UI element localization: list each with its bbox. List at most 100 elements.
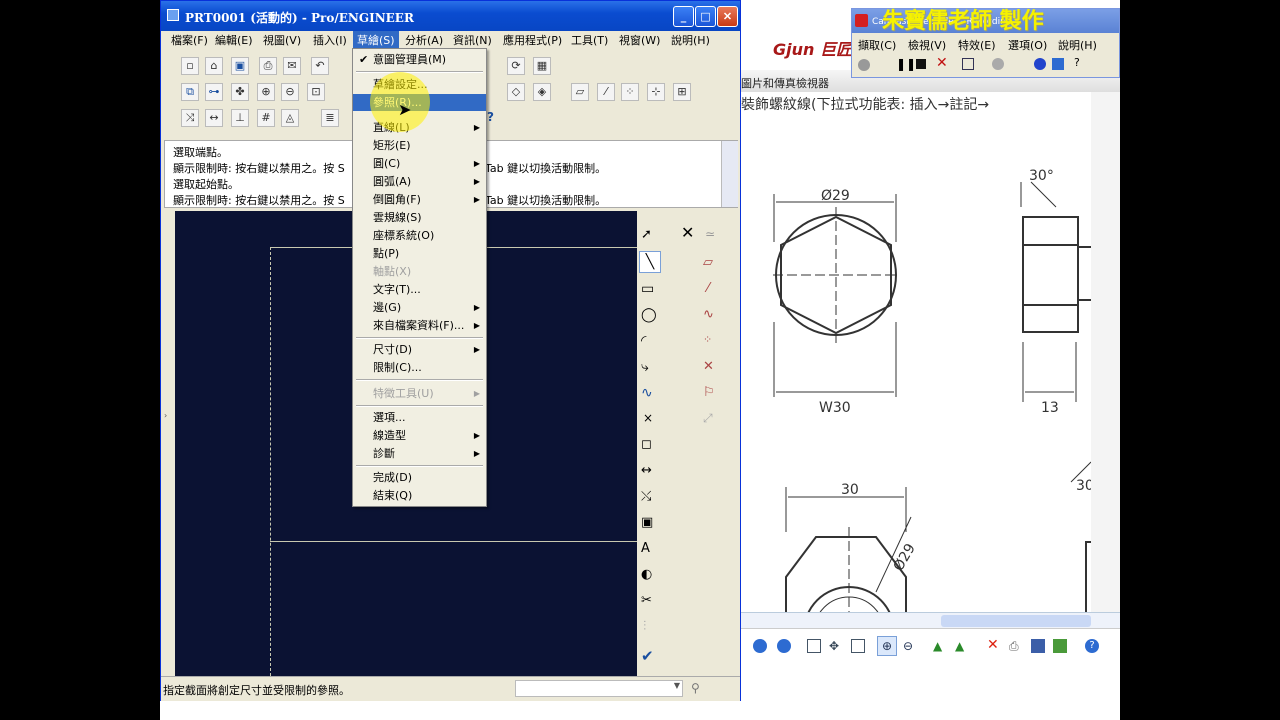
menu-edit[interactable]: 編輯(E) — [211, 31, 257, 51]
trim-tool-icon[interactable]: ✂ — [641, 593, 652, 608]
message-scrollbar[interactable] — [721, 141, 738, 207]
cancel-icon[interactable]: ✕ — [936, 55, 948, 71]
minimize-button[interactable]: _ — [673, 6, 694, 27]
camtasia-menu-help[interactable]: 說明(H) — [1058, 37, 1097, 53]
menu-item-point[interactable]: 點(P) — [353, 245, 486, 262]
camtasia-menu-effects[interactable]: 特效(E) — [958, 37, 996, 53]
curve-icon[interactable]: ∿ — [703, 307, 714, 322]
datum-axis-icon[interactable]: ⁄ — [597, 83, 615, 101]
menu-insert[interactable]: 插入(I) — [309, 31, 351, 51]
camtasia-menu-options[interactable]: 選項(O) — [1008, 37, 1047, 53]
menu-item-options[interactable]: 選項... — [353, 409, 486, 426]
rectangle-tool-icon[interactable]: ▭ — [641, 281, 654, 297]
palette-tool-icon[interactable]: ◐ — [641, 567, 652, 582]
fillet-tool-icon[interactable]: ⤷ — [641, 359, 649, 375]
best-fit-icon[interactable] — [807, 639, 821, 653]
datum-point-icon[interactable]: ⁘ — [621, 83, 639, 101]
menu-item-constrain[interactable]: 限制(C)... — [353, 359, 486, 376]
navigator-splitter[interactable]: › — [161, 211, 175, 676]
help-icon[interactable]: ? — [1085, 639, 1099, 653]
webcam-icon[interactable] — [1034, 58, 1046, 70]
menu-item-line-style[interactable]: 線造型 ▶ — [353, 427, 486, 444]
menu-item-coordinate-system[interactable]: 座標系統(O) — [353, 227, 486, 244]
menu-view[interactable]: 視圖(V) — [259, 31, 305, 51]
annotation-icon[interactable] — [1052, 58, 1064, 70]
pause-icon[interactable]: ❚❚ — [896, 57, 916, 71]
orient-mode-icon[interactable]: ✤ — [231, 83, 249, 101]
menu-window[interactable]: 視窗(W) — [615, 31, 664, 51]
use-edge-icon[interactable]: ◻ — [641, 437, 652, 452]
datum-csys-icon[interactable]: ⊹ — [647, 83, 665, 101]
datum-plane-icon[interactable]: ▱ — [571, 83, 589, 101]
shading-icon[interactable]: ◈ — [533, 83, 551, 101]
centerline-icon[interactable]: ≃ — [705, 227, 715, 241]
axis-icon[interactable]: ⁄ — [707, 281, 709, 296]
rotate-ccw-icon[interactable]: ▲ — [955, 639, 969, 653]
wireframe-icon[interactable]: ◇ — [507, 83, 525, 101]
filter-dropdown[interactable]: ▼ — [515, 680, 683, 697]
spline-tool-icon[interactable]: ∿ — [641, 385, 653, 401]
viewer-vscroll[interactable] — [1091, 92, 1120, 612]
repaint-icon[interactable]: ⤨ — [181, 109, 199, 127]
zoom-out-icon[interactable]: ⊖ — [281, 83, 299, 101]
analysis-icon[interactable]: ⤢ — [703, 411, 713, 426]
viewer-hscroll-thumb[interactable] — [941, 615, 1091, 627]
zoom-in-icon[interactable]: ⊕ — [257, 83, 275, 101]
camtasia-menu-view[interactable]: 檢視(V) — [908, 37, 946, 53]
menu-item-arc[interactable]: 圓弧(A) ▶ — [353, 173, 486, 190]
constraint-tool-icon[interactable]: ▣ — [641, 515, 653, 530]
select-arrow-icon[interactable]: ➚ — [641, 227, 652, 242]
datum-csys-icon[interactable]: ⚐ — [703, 385, 715, 400]
menu-item-spline[interactable]: 雲規線(S) — [353, 209, 486, 226]
menu-tools[interactable]: 工具(T) — [567, 31, 612, 51]
datum-display-icon[interactable]: ⊞ — [673, 83, 691, 101]
text-tool-icon[interactable]: A — [641, 541, 650, 556]
new-file-icon[interactable]: ▫ — [181, 57, 199, 75]
dimension-tool-icon[interactable]: ↔ — [641, 463, 652, 478]
pattern-icon[interactable]: ≣ — [321, 109, 339, 127]
zoom-in-icon[interactable]: ⊕ — [877, 636, 897, 656]
viewer-hscroll[interactable] — [741, 612, 1120, 629]
menu-item-quit[interactable]: 結束(Q) — [353, 487, 486, 504]
close-button[interactable]: ✕ — [717, 6, 738, 27]
menu-item-diagnostics[interactable]: 診斷 ▶ — [353, 445, 486, 462]
vertex-display-icon[interactable]: ◬ — [281, 109, 299, 127]
spin-center-icon[interactable]: ⊶ — [205, 83, 223, 101]
parallelogram-icon[interactable]: ▱ — [703, 255, 713, 270]
whats-this-icon[interactable]: ? — [487, 110, 494, 124]
menu-file[interactable]: 檔案(F) — [167, 31, 212, 51]
menu-item-text[interactable]: 文字(T)... — [353, 281, 486, 298]
grid-display-icon[interactable]: # — [257, 109, 275, 127]
menu-item-circle[interactable]: 圓(C) ▶ — [353, 155, 486, 172]
menu-item-rectangle[interactable]: 矩形(E) — [353, 137, 486, 154]
delete-icon[interactable]: ✕ — [681, 223, 694, 242]
menu-item-fillet[interactable]: 倒圓角(F) ▶ — [353, 191, 486, 208]
audio-icon[interactable] — [992, 58, 1004, 70]
undo-icon[interactable]: ↶ — [311, 57, 329, 75]
camtasia-help-icon[interactable]: ? — [1074, 56, 1080, 69]
menu-applications[interactable]: 應用程式(P) — [499, 31, 566, 51]
regenerate-icon[interactable]: ⟳ — [507, 57, 525, 75]
refit-icon[interactable]: ⊡ — [307, 83, 325, 101]
save-icon[interactable] — [1031, 639, 1045, 653]
save-icon[interactable]: ▣ — [231, 57, 249, 75]
edit-icon[interactable] — [1053, 639, 1067, 653]
print-icon[interactable]: ⎙ — [1009, 639, 1023, 653]
camtasia-menu-capture[interactable]: 擷取(C) — [858, 37, 896, 53]
modify-tool-icon[interactable]: ⤯ — [641, 489, 651, 504]
prev-image-icon[interactable] — [753, 639, 767, 653]
menu-help[interactable]: 說明(H) — [667, 31, 714, 51]
open-file-icon[interactable]: ⌂ — [205, 57, 223, 75]
delete-icon[interactable]: ✕ — [987, 638, 1001, 652]
menu-item-dimension[interactable]: 尺寸(D) ▶ — [353, 341, 486, 358]
point-tool-icon[interactable]: × — [643, 411, 653, 425]
print-icon[interactable]: ⎙ — [259, 57, 277, 75]
view-manager-icon[interactable]: ▦ — [533, 57, 551, 75]
sketch-orientation-icon[interactable]: ⧉ — [181, 83, 199, 101]
done-check-icon[interactable]: ✔ — [641, 647, 654, 665]
line-tool-icon[interactable]: ╲ — [639, 251, 661, 273]
menu-item-data-from-file[interactable]: 來自檔案資料(F)... ▶ — [353, 317, 486, 334]
constraint-display-icon[interactable]: ⊥ — [231, 109, 249, 127]
menu-item-done[interactable]: 完成(D) — [353, 469, 486, 486]
menu-item-edge[interactable]: 邊(G) ▶ — [353, 299, 486, 316]
